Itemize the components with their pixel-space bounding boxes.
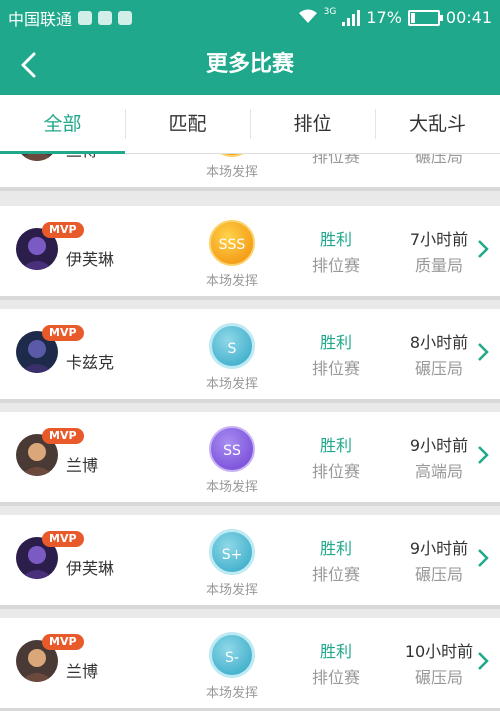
mvp-badge: MVP xyxy=(42,634,84,650)
network-type: 3G xyxy=(323,7,337,17)
grade-label: 本场发挥 xyxy=(205,274,258,289)
chevron-right-icon xyxy=(476,238,490,260)
tab-all[interactable]: 全部 xyxy=(0,95,125,154)
grade-badge: S+ xyxy=(209,529,255,575)
match-mode: 排位赛 xyxy=(311,668,360,687)
notification-icon xyxy=(98,10,113,25)
match-card[interactable]: MVP 兰博 S- 本场发挥 胜利 排位赛 10小时前 碾压局 xyxy=(0,618,500,711)
battery-icon xyxy=(407,9,443,26)
match-result: 胜利 xyxy=(319,230,352,249)
notification-icon xyxy=(78,10,93,25)
mvp-badge: MVP xyxy=(42,428,84,444)
grade-badge: S xyxy=(209,323,255,369)
grade-badge: S- xyxy=(209,632,255,678)
match-time: 8小时前 xyxy=(409,333,469,352)
hero-name: 兰博 xyxy=(66,662,99,681)
grade-label: 本场发挥 xyxy=(205,686,258,701)
battery-percent: 17% xyxy=(366,8,402,27)
status-bar: 中国联通 3G 17% 00:41 xyxy=(0,0,500,35)
chevron-right-icon xyxy=(476,547,490,569)
tab-bar: 全部 匹配 排位 大乱斗 xyxy=(0,95,500,154)
hero-name: 伊芙琳 xyxy=(66,559,115,578)
chevron-right-icon xyxy=(476,444,490,466)
match-result: 胜利 xyxy=(319,436,352,455)
grade-label: 本场发挥 xyxy=(205,165,258,180)
match-card[interactable]: MVP 兰博 SS 本场发挥 胜利 排位赛 9小时前 高端局 xyxy=(0,412,500,506)
image-icon xyxy=(118,10,133,25)
match-level: 碾压局 xyxy=(414,565,463,584)
wifi-icon xyxy=(298,8,318,28)
carrier-name: 中国联通 xyxy=(8,9,73,29)
match-mode: 排位赛 xyxy=(311,154,360,166)
hero-name: 兰博 xyxy=(66,154,98,161)
battery-fill xyxy=(410,12,415,23)
hero-name: 卡兹克 xyxy=(66,353,115,372)
match-level: 碾压局 xyxy=(414,154,463,166)
match-mode: 排位赛 xyxy=(311,462,360,481)
mvp-badge: MVP xyxy=(42,531,84,547)
header: 更多比赛 xyxy=(0,35,500,95)
match-mode: 排位赛 xyxy=(311,359,360,378)
grade-label: 本场发挥 xyxy=(205,377,258,392)
mvp-badge: MVP xyxy=(42,325,84,341)
match-level: 高端局 xyxy=(414,462,463,481)
match-time: 10小时前 xyxy=(404,642,474,661)
match-level: 碾压局 xyxy=(414,668,463,687)
match-result: 胜利 xyxy=(319,539,352,558)
grade-badge: SS xyxy=(209,426,255,472)
match-level: 质量局 xyxy=(414,256,463,275)
clock: 00:41 xyxy=(445,8,492,27)
avatar xyxy=(16,154,58,161)
tab-aram[interactable]: 大乱斗 xyxy=(375,95,500,153)
match-time: 7小时前 xyxy=(409,230,469,249)
match-card[interactable]: 兰博 本场发挥 排位赛 碾压局 xyxy=(0,154,500,191)
mvp-badge: MVP xyxy=(42,222,84,238)
match-time: 9小时前 xyxy=(409,539,469,558)
grade-badge xyxy=(209,154,255,157)
grade-label: 本场发挥 xyxy=(205,583,258,598)
hero-name: 兰博 xyxy=(66,456,99,475)
match-card[interactable]: MVP 卡兹克 S 本场发挥 胜利 排位赛 8小时前 碾压局 xyxy=(0,309,500,403)
chevron-right-icon xyxy=(476,650,490,672)
match-time: 9小时前 xyxy=(409,436,469,455)
match-list: 兰博 本场发挥 排位赛 碾压局 MVP 伊芙琳 SSS 本场发挥 胜利 排位赛 … xyxy=(0,154,500,711)
match-result: 胜利 xyxy=(319,642,352,661)
signal-icon xyxy=(342,9,361,26)
match-result: 胜利 xyxy=(319,333,352,352)
page-title: 更多比赛 xyxy=(205,52,294,77)
match-mode: 排位赛 xyxy=(311,565,360,584)
chevron-right-icon xyxy=(476,341,490,363)
hero-name: 伊芙琳 xyxy=(66,250,115,269)
match-card[interactable]: MVP 伊芙琳 SSS 本场发挥 胜利 排位赛 7小时前 质量局 xyxy=(0,206,500,300)
match-card[interactable]: MVP 伊芙琳 S+ 本场发挥 胜利 排位赛 9小时前 碾压局 xyxy=(0,515,500,609)
grade-label: 本场发挥 xyxy=(205,480,258,495)
match-level: 碾压局 xyxy=(414,359,463,378)
grade-badge: SSS xyxy=(209,220,255,266)
tab-ranked[interactable]: 排位 xyxy=(250,95,375,153)
match-mode: 排位赛 xyxy=(311,256,360,275)
tab-match[interactable]: 匹配 xyxy=(125,95,250,153)
